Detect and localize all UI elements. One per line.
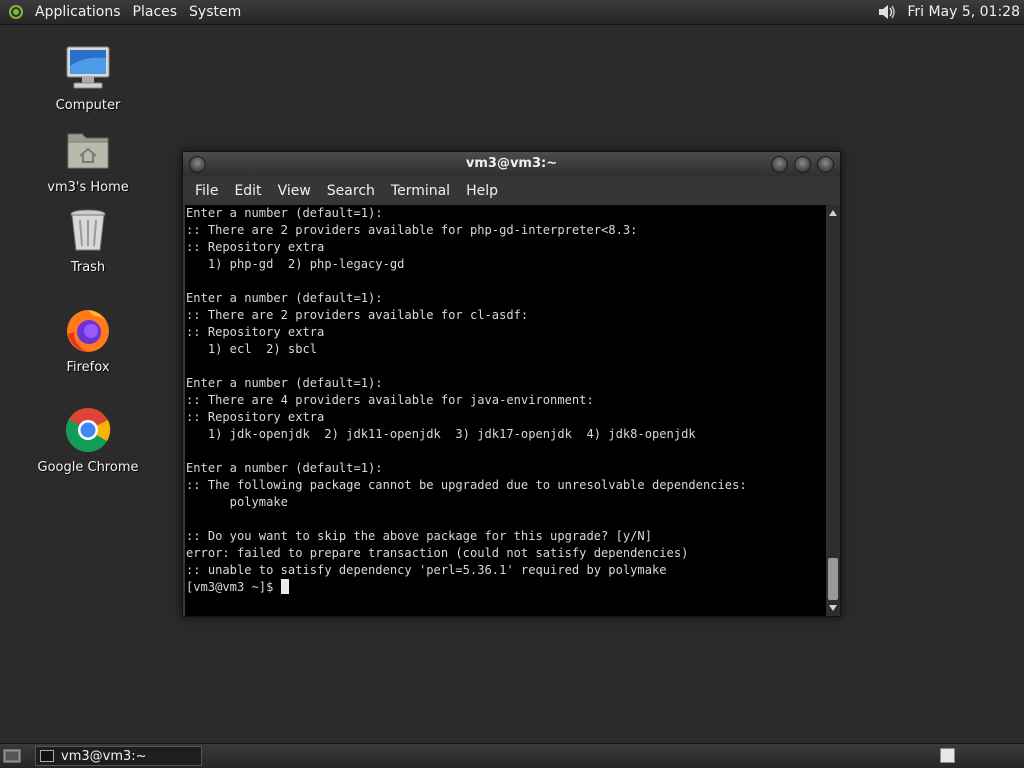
clock[interactable]: Fri May 5, 01:28	[907, 4, 1020, 20]
desktop-icon-computer[interactable]: Computer	[28, 44, 148, 113]
window-titlebar[interactable]: vm3@vm3:~	[183, 152, 840, 176]
terminal-menubar: File Edit View Search Terminal Help	[183, 176, 840, 205]
menu-terminal[interactable]: Terminal	[383, 183, 458, 199]
scrollbar-thumb[interactable]	[828, 558, 838, 600]
distro-logo-icon[interactable]	[9, 5, 23, 19]
home-folder-icon	[67, 133, 109, 169]
desktop-icon-firefox[interactable]: Firefox	[28, 306, 148, 375]
window-menu-button[interactable]	[189, 156, 206, 173]
menu-edit[interactable]: Edit	[226, 183, 269, 199]
bottom-panel: vm3@vm3:~	[0, 743, 1024, 768]
terminal-line: :: There are 2 providers available for c…	[186, 308, 529, 322]
terminal-line: :: unable to satisfy dependency 'perl=5.…	[186, 563, 667, 577]
firefox-icon	[67, 310, 109, 352]
terminal-line: :: There are 2 providers available for p…	[186, 223, 638, 237]
desktop-icon-label: Computer	[55, 98, 121, 113]
trash-icon	[70, 209, 106, 251]
menu-file[interactable]: File	[187, 183, 226, 199]
desktop-icon-label: Trash	[70, 260, 106, 275]
desktop-icon-chrome[interactable]: Google Chrome	[28, 406, 148, 475]
menu-search[interactable]: Search	[319, 183, 383, 199]
terminal-line: :: The following package cannot be upgra…	[186, 478, 747, 492]
window-title: vm3@vm3:~	[465, 156, 558, 171]
system-menu[interactable]: System	[183, 4, 247, 20]
show-desktop-icon[interactable]	[3, 748, 21, 763]
maximize-button[interactable]	[794, 156, 811, 173]
chrome-icon	[66, 408, 111, 452]
panel-tray: Fri May 5, 01:28	[877, 0, 1020, 24]
places-menu[interactable]: Places	[127, 4, 184, 20]
menu-view[interactable]: View	[270, 183, 319, 199]
terminal-line: :: Do you want to skip the above package…	[186, 529, 652, 543]
computer-icon	[66, 46, 110, 89]
terminal-line: :: Repository extra	[186, 240, 325, 254]
close-button[interactable]	[817, 156, 834, 173]
terminal-line: error: failed to prepare transaction (co…	[186, 546, 689, 560]
terminal-line: 1) jdk-openjdk 2) jdk11-openjdk 3) jdk17…	[186, 427, 696, 441]
shell-prompt: [vm3@vm3 ~]$	[186, 580, 281, 594]
taskbar-item-label: vm3@vm3:~	[61, 748, 147, 764]
desktop-icon-label: vm3's Home	[47, 180, 129, 195]
volume-icon[interactable]	[877, 3, 897, 21]
menu-help[interactable]: Help	[458, 183, 506, 199]
top-panel: Applications Places System Fri May 5, 01…	[0, 0, 1024, 25]
terminal-line: Enter a number (default=1):	[186, 291, 383, 305]
terminal-line: 1) php-gd 2) php-legacy-gd	[186, 257, 405, 271]
terminal-line: :: Repository extra	[186, 410, 325, 424]
minimize-button[interactable]	[771, 156, 788, 173]
terminal-line: Enter a number (default=1):	[186, 376, 383, 390]
terminal-output[interactable]: Enter a number (default=1): :: There are…	[185, 205, 826, 616]
terminal-cursor	[280, 579, 289, 594]
taskbar-item-terminal[interactable]: vm3@vm3:~	[35, 746, 202, 766]
terminal-line: Enter a number (default=1):	[186, 206, 383, 220]
scroll-up-arrow-icon[interactable]	[829, 210, 837, 216]
desktop-icon-trash[interactable]: Trash	[28, 206, 148, 275]
desktop-icon-label: Google Chrome	[37, 460, 139, 475]
terminal-text: Enter a number (default=1): :: There are…	[186, 205, 747, 596]
scroll-down-arrow-icon[interactable]	[829, 605, 837, 611]
terminal-icon	[40, 750, 54, 762]
desktop-icon-label: Firefox	[66, 360, 110, 375]
terminal-line: polymake	[186, 495, 288, 509]
desktop-icon-home[interactable]: vm3's Home	[28, 126, 148, 195]
terminal-window: vm3@vm3:~ File Edit View Search Terminal…	[182, 151, 841, 617]
workspace-switcher[interactable]	[940, 748, 955, 763]
terminal-line: :: There are 4 providers available for j…	[186, 393, 594, 407]
terminal-line: 1) ecl 2) sbcl	[186, 342, 318, 356]
terminal-line: Enter a number (default=1):	[186, 461, 383, 475]
terminal-scrollbar[interactable]	[826, 205, 840, 616]
terminal-line: :: Repository extra	[186, 325, 325, 339]
applications-menu[interactable]: Applications	[29, 4, 127, 20]
